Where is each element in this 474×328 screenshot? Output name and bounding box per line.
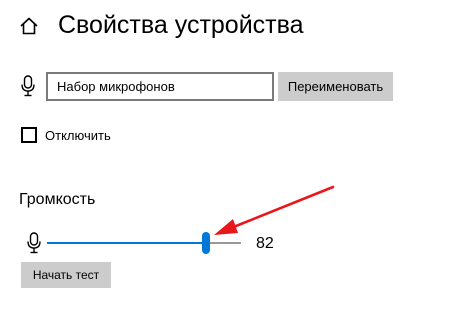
device-name-input[interactable] [46,72,274,101]
home-icon[interactable] [19,16,39,36]
microphone-icon [27,232,41,254]
disable-checkbox[interactable]: Отключить [21,125,111,145]
disable-label: Отключить [45,127,111,143]
checkbox-box[interactable] [21,127,37,143]
rename-button[interactable]: Переименовать [278,72,393,101]
slider-thumb[interactable] [202,232,210,254]
start-test-button[interactable]: Начать тест [21,262,111,288]
page-title: Свойства устройства [58,11,304,39]
volume-value: 82 [256,235,274,252]
slider-fill [47,242,206,244]
volume-heading: Громкость [19,191,96,208]
microphone-icon [21,75,35,97]
volume-slider[interactable] [47,232,241,254]
